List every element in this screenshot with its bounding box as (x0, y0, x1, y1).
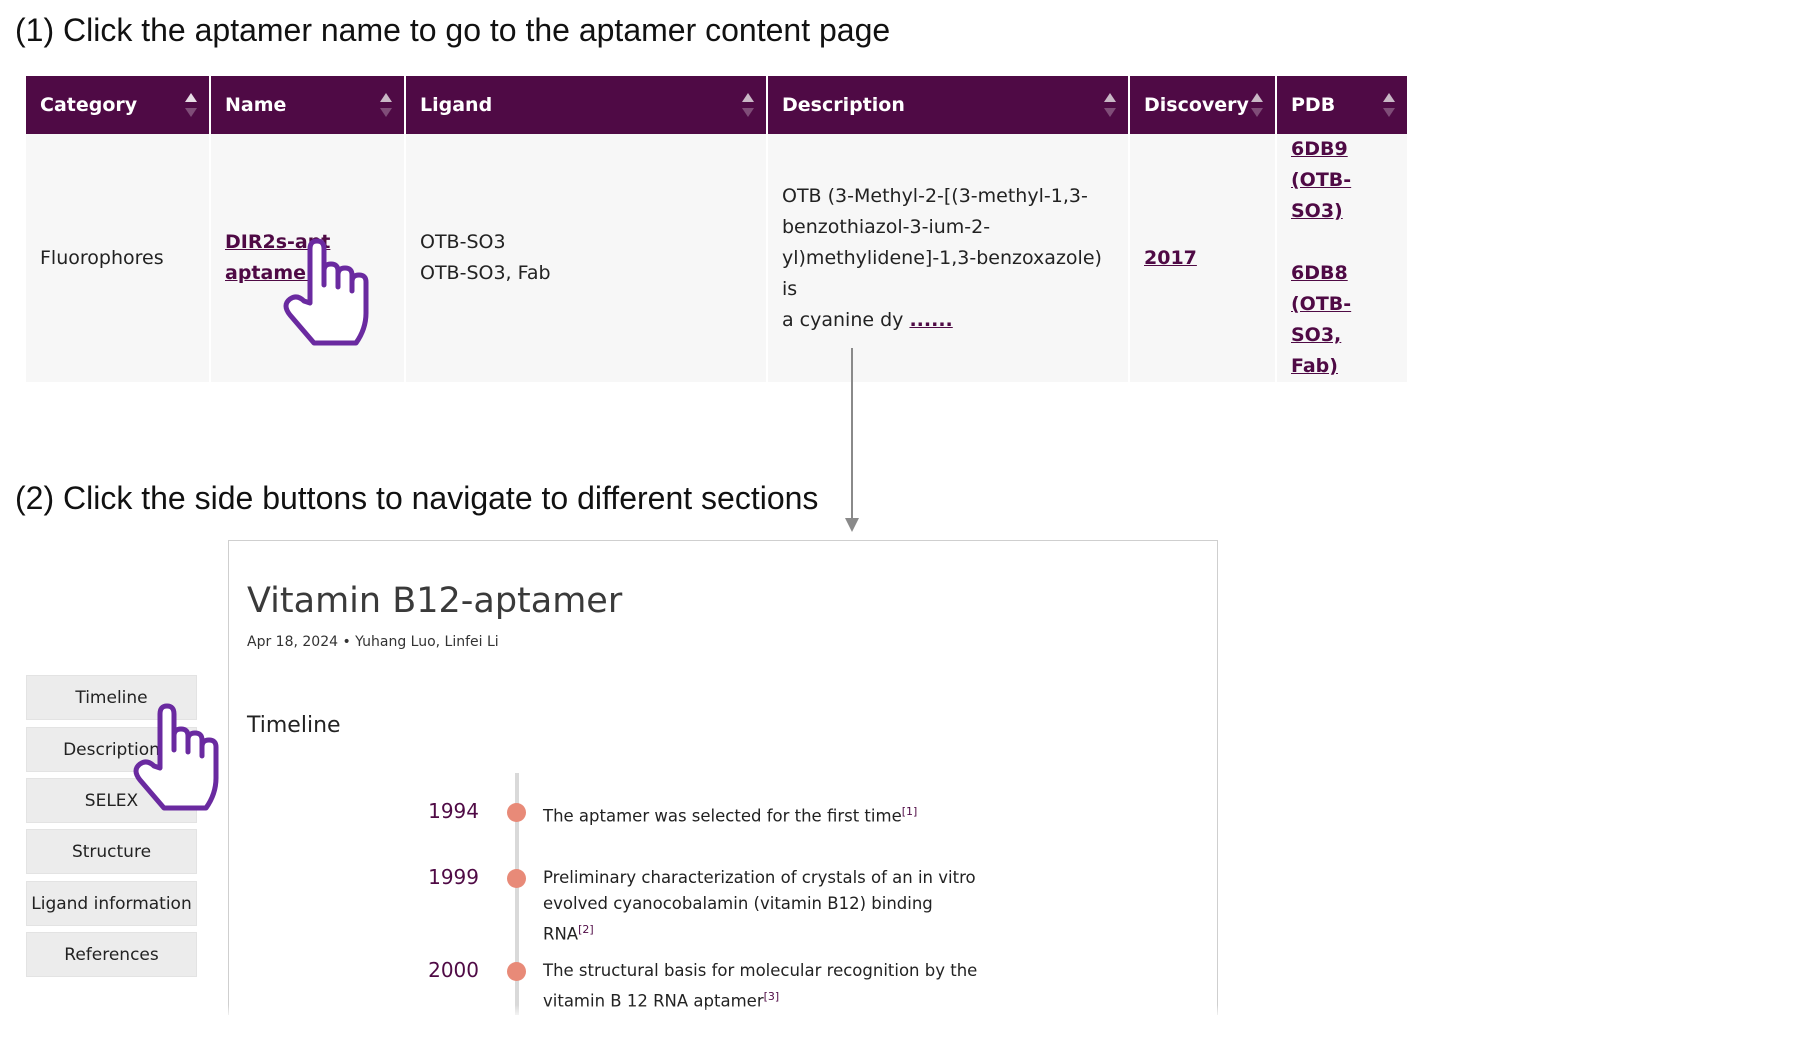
column-header-label: Name (225, 94, 287, 116)
pdb-link-6db8[interactable]: 6DB8 (OTB-SO3, Fab) (1291, 262, 1351, 377)
column-header-category[interactable]: Category (26, 76, 209, 134)
discovery-year-link[interactable]: 2017 (1144, 247, 1197, 269)
column-header-label: Description (782, 94, 905, 116)
column-header-label: Ligand (420, 94, 493, 116)
timeline-year: 1999 (428, 865, 479, 889)
table-header-row: Category Name Ligand Description Discove… (26, 76, 1407, 134)
aptamer-content-page: Vitamin B12-aptamer Apr 18, 2024 • Yuhan… (228, 540, 1218, 1015)
sort-arrows-icon[interactable] (1251, 93, 1263, 117)
cell-description: OTB (3-Methyl-2-[(3-methyl-1,3- benzothi… (768, 134, 1128, 382)
step-1-instruction: (1) Click the aptamer name to go to the … (15, 12, 891, 48)
section-heading-timeline: Timeline (247, 713, 341, 738)
side-nav-ligand-information[interactable]: Ligand information (26, 881, 197, 926)
cell-pdb: 6DB9 (OTB-SO3) 6DB8 (OTB-SO3, Fab) (1277, 134, 1407, 382)
reference-link[interactable]: [3] (764, 990, 780, 1003)
pointing-hand-icon (133, 703, 219, 811)
cell-discovery: 2017 (1130, 134, 1275, 382)
description-more-link[interactable]: ...... (909, 309, 952, 331)
reference-link[interactable]: [1] (902, 805, 918, 818)
sort-arrows-icon[interactable] (1383, 93, 1395, 117)
pointing-hand-icon (283, 238, 369, 346)
timeline-entry: The aptamer was selected for the first t… (543, 805, 918, 826)
cell-category: Fluorophores (26, 134, 209, 382)
timeline-year: 1994 (428, 799, 479, 823)
side-nav-structure[interactable]: Structure (26, 829, 197, 874)
column-header-description[interactable]: Description (768, 76, 1128, 134)
aptamer-table: Category Name Ligand Description Discove… (24, 76, 1409, 382)
step-2-instruction: (2) Click the side buttons to navigate t… (15, 480, 819, 516)
side-nav-references[interactable]: References (26, 932, 197, 977)
reference-link[interactable]: [2] (578, 923, 594, 936)
timeline-entry: Preliminary characterization of crystals… (543, 868, 976, 944)
page-title: Vitamin B12-aptamer (247, 581, 623, 621)
connector-line (851, 348, 853, 518)
column-header-discovery[interactable]: Discovery (1130, 76, 1275, 134)
pdb-link-6db9[interactable]: 6DB9 (OTB-SO3) (1291, 138, 1351, 222)
timeline-dot (507, 869, 526, 888)
cell-ligand: OTB-SO3 OTB-SO3, Fab (406, 134, 766, 382)
arrow-down-icon (845, 518, 859, 532)
article-meta: Apr 18, 2024 • Yuhang Luo, Linfei Li (247, 634, 499, 650)
column-header-label: Discovery (1144, 94, 1249, 116)
column-header-ligand[interactable]: Ligand (406, 76, 766, 134)
table-row: Fluorophores DIR2s-apt aptamer OTB-SO3 OTB… (26, 134, 1407, 382)
sort-arrows-icon[interactable] (185, 93, 197, 117)
column-header-label: Category (40, 94, 138, 116)
column-header-name[interactable]: Name (211, 76, 404, 134)
timeline-dot (507, 962, 526, 981)
sort-arrows-icon[interactable] (1104, 93, 1116, 117)
bottom-fade (0, 1005, 1430, 1019)
sort-arrows-icon[interactable] (380, 93, 392, 117)
column-header-pdb[interactable]: PDB (1277, 76, 1407, 134)
column-header-label: PDB (1291, 94, 1336, 116)
timeline-dot (507, 803, 526, 822)
timeline-year: 2000 (428, 958, 479, 982)
sort-arrows-icon[interactable] (742, 93, 754, 117)
